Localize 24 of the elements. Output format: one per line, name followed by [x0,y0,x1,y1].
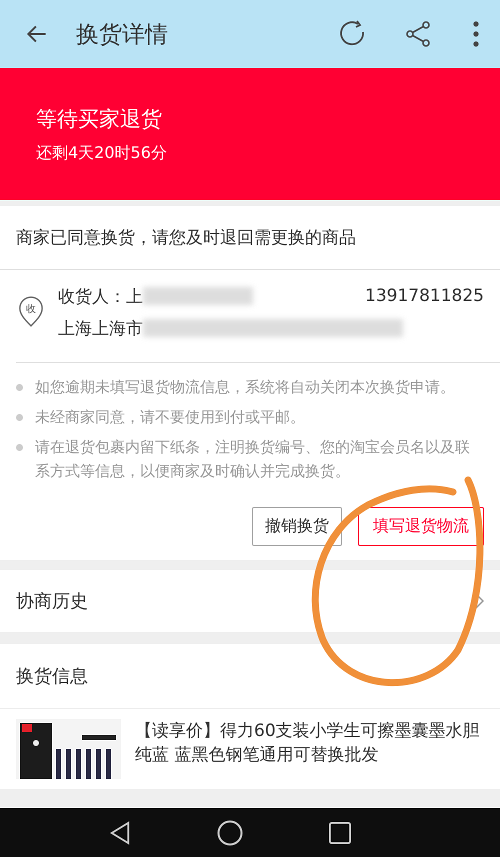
tip-text: 请在退货包裹内留下纸条，注明换货编号、您的淘宝会员名以及联系方式等信息，以便商家及时确认并完成换货。 [35,437,471,482]
product-name[interactable]: 【读享价】得力60支装小学生可擦墨囊墨水胆纯蓝 蓝黑色钢笔通用可替换批发 [135,719,484,779]
bullet-dot [16,414,23,421]
recent-apps-icon[interactable] [329,822,351,844]
notice-text: 商家已同意换货，请您及时退回需更换的商品 [0,206,500,270]
recipient-name: 收货人：上 [58,286,143,308]
bullet-dot [16,384,23,391]
cancel-exchange-button[interactable]: 撤销换货 [252,507,342,546]
phone-number: 13917811825 [365,286,484,306]
pin-label: 收 [26,304,36,315]
tip-text: 未经商家同意，请不要使用到付或平邮。 [35,407,305,428]
status-text: 等待买家退货 [36,106,163,132]
bullet-dot [16,444,23,451]
section-title: 换货信息 [0,644,500,709]
countdown-text: 还剩4天20时56分 [36,142,168,164]
back-triangle-icon[interactable] [109,820,131,844]
page-title: 换货详情 [76,20,169,50]
more-icon[interactable] [472,20,480,48]
address-text: 上海上海市 [58,318,143,340]
share-icon[interactable] [404,20,432,48]
home-circle-icon[interactable] [217,820,243,846]
fill-logistics-button[interactable]: 填写退货物流 [358,507,484,546]
tip-text: 如您逾期未填写退货物流信息，系统将自动关闭本次换货申请。 [35,377,455,398]
history-row[interactable]: 协商历史 [0,570,500,632]
